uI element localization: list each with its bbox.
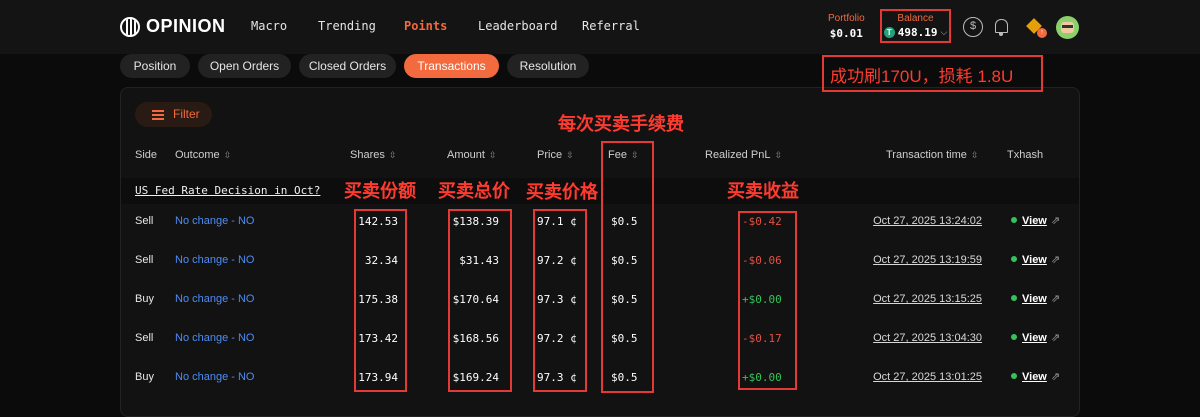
nav-leaderboard[interactable]: Leaderboard xyxy=(478,19,557,33)
cell-time: Oct 27, 2025 13:19:59 xyxy=(873,254,982,266)
sort-icon: ⇳ xyxy=(566,150,574,160)
col-header-side[interactable]: Side xyxy=(135,149,157,161)
nav-points[interactable]: Points xyxy=(404,19,447,33)
view-tx-link[interactable]: View xyxy=(1011,332,1047,344)
col-header-price[interactable]: Price ⇳ xyxy=(537,149,574,161)
cell-time: Oct 27, 2025 13:01:25 xyxy=(873,371,982,383)
sort-icon: ⇳ xyxy=(774,150,782,160)
share-icon[interactable] xyxy=(1051,331,1064,344)
bell-icon[interactable] xyxy=(991,17,1011,37)
chevron-down-icon: ⌵ xyxy=(940,27,948,37)
share-icon[interactable] xyxy=(1051,292,1064,305)
cell-time: Oct 27, 2025 13:24:02 xyxy=(873,215,982,227)
nav-trending[interactable]: Trending xyxy=(318,19,376,33)
view-tx-link[interactable]: View xyxy=(1011,293,1047,305)
brand-name: OPINION xyxy=(146,16,226,36)
tab-resolution[interactable]: Resolution xyxy=(507,54,589,78)
col-header-realized-pnl[interactable]: Realized PnL ⇳ xyxy=(705,149,782,161)
annotation-amount-box xyxy=(448,209,512,392)
status-dot-icon xyxy=(1011,295,1017,301)
view-tx-link[interactable]: View xyxy=(1011,371,1047,383)
logo-icon xyxy=(120,16,140,37)
sliders-icon xyxy=(152,109,164,120)
sort-icon: ⇳ xyxy=(488,150,497,160)
share-icon[interactable] xyxy=(1051,253,1064,266)
portfolio-summary[interactable]: Portfolio $0.01 xyxy=(828,13,865,40)
annotation-pnl-box xyxy=(738,211,797,390)
portfolio-label: Portfolio xyxy=(828,13,865,24)
status-dot-icon xyxy=(1011,334,1017,340)
share-icon[interactable] xyxy=(1051,370,1064,383)
cell-time: Oct 27, 2025 13:15:25 xyxy=(873,293,982,305)
col-header-transaction-time[interactable]: Transaction time ⇳ xyxy=(886,149,978,161)
cube-badge: ↑ xyxy=(1037,28,1047,38)
cell-side: Buy xyxy=(135,293,154,305)
view-tx-link[interactable]: View xyxy=(1011,254,1047,266)
sort-icon: ⇳ xyxy=(223,150,232,160)
market-title-link[interactable]: US Fed Rate Decision in Oct? xyxy=(135,184,320,197)
annotation-fee-box xyxy=(601,141,654,393)
cell-side: Sell xyxy=(135,254,154,266)
cell-side: Sell xyxy=(135,215,154,227)
nav-referral[interactable]: Referral xyxy=(582,19,640,33)
annotation-price-box xyxy=(533,209,587,392)
cell-outcome[interactable]: No change - NO xyxy=(175,332,254,344)
status-dot-icon xyxy=(1011,373,1017,379)
status-dot-icon xyxy=(1011,217,1017,223)
cell-outcome[interactable]: No change - NO xyxy=(175,293,254,305)
sort-icon: ⇳ xyxy=(388,150,397,160)
transactions-panel xyxy=(120,87,1080,417)
portfolio-value: $0.01 xyxy=(829,27,863,40)
tab-closed-orders[interactable]: Closed Orders xyxy=(299,54,396,78)
cell-outcome[interactable]: No change - NO xyxy=(175,215,254,227)
col-header-outcome[interactable]: Outcome ⇳ xyxy=(175,149,231,161)
avatar[interactable] xyxy=(1056,16,1079,39)
col-header-shares[interactable]: Shares ⇳ xyxy=(350,149,396,161)
share-icon[interactable] xyxy=(1051,214,1064,227)
annotation-shares-box xyxy=(354,209,407,392)
cell-outcome[interactable]: No change - NO xyxy=(175,254,254,266)
cell-side: Sell xyxy=(135,332,154,344)
annotation-shares-label: 买卖份额 xyxy=(344,181,416,201)
annotation-pnl-label: 买卖收益 xyxy=(727,181,799,201)
dollar-circle-icon[interactable]: $ xyxy=(963,17,983,37)
balance-summary[interactable]: Balance T 498.19 ⌵ xyxy=(880,9,951,43)
sort-icon: ⇳ xyxy=(970,150,979,160)
nav-macro[interactable]: Macro xyxy=(251,19,287,33)
cell-side: Buy xyxy=(135,371,154,383)
cell-outcome[interactable]: No change - NO xyxy=(175,371,254,383)
cell-time: Oct 27, 2025 13:04:30 xyxy=(873,332,982,344)
annotation-fee-label: 每次买卖手续费 xyxy=(558,114,684,134)
view-tx-link[interactable]: View xyxy=(1011,215,1047,227)
col-header-amount[interactable]: Amount ⇳ xyxy=(447,149,496,161)
filter-button[interactable]: Filter xyxy=(135,102,212,127)
col-header-txhash: Txhash xyxy=(1007,149,1044,161)
status-dot-icon xyxy=(1011,256,1017,262)
tab-position[interactable]: Position xyxy=(120,54,190,78)
usdt-coin-icon: T xyxy=(883,27,895,38)
balance-value: 498.19 xyxy=(897,26,938,39)
tab-open-orders[interactable]: Open Orders xyxy=(198,54,291,78)
balance-label: Balance xyxy=(897,13,934,24)
annotation-note: 成功刷170U，损耗 1.8U xyxy=(830,67,1014,86)
tab-transactions[interactable]: Transactions xyxy=(404,54,499,78)
brand-logo[interactable]: OPINION xyxy=(120,16,226,37)
annotation-price-label: 买卖价格 xyxy=(526,182,598,202)
annotation-amount-label: 买卖总价 xyxy=(438,181,510,201)
